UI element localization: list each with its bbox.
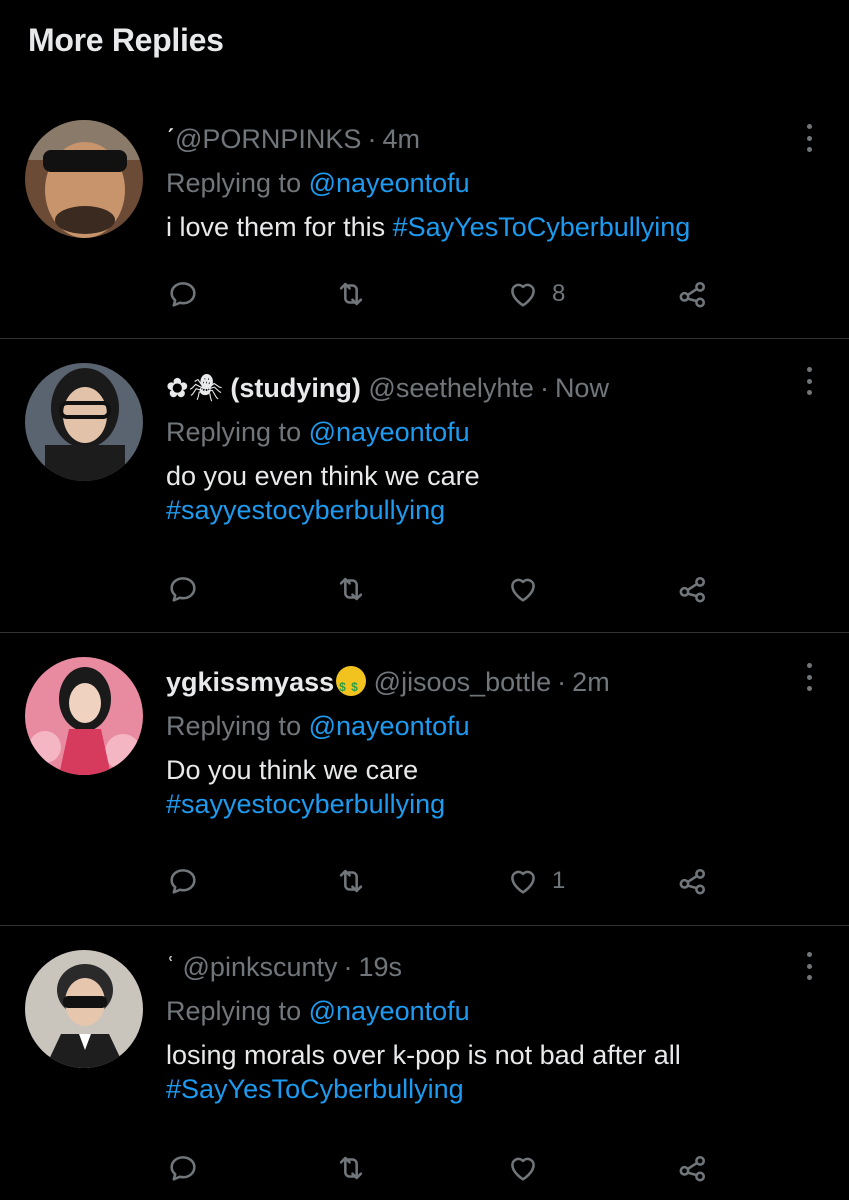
reply-icon	[170, 869, 196, 894]
hashtag-link[interactable]: #SayYesToCyberbullying	[166, 1072, 789, 1106]
retweet-icon	[339, 869, 363, 893]
replying-to-link[interactable]: @nayeontofu	[309, 417, 470, 447]
reply-text: losing morals over k-pop is not bad afte…	[166, 1038, 789, 1106]
reply-text-body: losing morals over k-pop is not bad afte…	[166, 1040, 681, 1070]
reply-text-body: do you even think we care	[166, 461, 480, 491]
share-button[interactable]	[676, 274, 710, 314]
reply-text-body: i love them for this	[166, 212, 386, 242]
separator-dot: ·	[539, 373, 549, 403]
replying-label: Replying to	[166, 168, 302, 198]
hashtag-link[interactable]: #sayyestocyberbullying	[166, 787, 789, 821]
user-handle[interactable]: @PORNPINKS	[175, 124, 361, 154]
separator-dot: ·	[557, 667, 567, 697]
reply-item[interactable]: ˊ@PORNPINKS · 4m Replying to @nayeontofu i…	[0, 100, 849, 339]
reply-button[interactable]	[166, 569, 200, 609]
separator-dot: ·	[343, 952, 353, 982]
display-name[interactable]: ygkissmyass	[166, 667, 334, 697]
share-button[interactable]	[676, 1148, 710, 1188]
action-bar	[166, 569, 726, 609]
more-options-icon[interactable]	[803, 367, 815, 395]
reply-icon	[170, 282, 196, 307]
like-button[interactable]	[506, 569, 552, 609]
user-handle[interactable]: @jisoos_bottle	[374, 667, 552, 697]
hashtag-link[interactable]: #SayYesToCyberbullying	[393, 212, 691, 242]
retweet-button[interactable]	[334, 569, 368, 609]
replying-to-link[interactable]: @nayeontofu	[309, 168, 470, 198]
action-bar: 1	[166, 861, 726, 901]
user-handle[interactable]: @seethelyhte	[368, 373, 534, 403]
retweet-icon	[339, 1156, 363, 1180]
section-title: More Replies	[28, 22, 224, 58]
replying-label: Replying to	[166, 417, 302, 447]
separator-dot: ·	[367, 124, 377, 154]
replying-to: Replying to @nayeontofu	[166, 994, 789, 1028]
more-options-icon[interactable]	[803, 124, 815, 152]
timestamp[interactable]: 19s	[359, 952, 403, 982]
retweet-button[interactable]	[334, 861, 368, 901]
replying-to-link[interactable]: @nayeontofu	[309, 996, 470, 1026]
heart-icon	[511, 283, 535, 307]
timestamp[interactable]: Now	[555, 373, 609, 403]
retweet-icon	[339, 577, 363, 601]
reply-text: Do you think we care #sayyestocyberbully…	[166, 753, 789, 821]
name-prefix: ✿🕷	[166, 373, 223, 403]
reply-icon	[170, 577, 196, 602]
like-count: 1	[552, 867, 566, 894]
replying-to: Replying to @nayeontofu	[166, 166, 789, 200]
display-name[interactable]: (studying)	[230, 373, 360, 403]
reply-button[interactable]	[166, 1148, 200, 1188]
reply-icon	[170, 1156, 196, 1181]
reply-text: i love them for this #SayYesToCyberbully…	[166, 210, 789, 244]
more-options-icon[interactable]	[803, 663, 815, 691]
name-prefix: ˊ	[166, 124, 175, 154]
replying-to: Replying to @nayeontofu	[166, 415, 789, 449]
like-button[interactable]	[506, 1148, 552, 1188]
share-icon	[679, 576, 706, 603]
avatar[interactable]	[25, 363, 143, 481]
reply-item[interactable]: ygkissmyass @jisoos_bottle·2m Replying t…	[0, 633, 849, 926]
replying-label: Replying to	[166, 996, 302, 1026]
action-bar: 8	[166, 274, 726, 314]
action-bar	[166, 1148, 726, 1188]
like-button[interactable]: 1	[506, 861, 565, 901]
reply-button[interactable]	[166, 861, 200, 901]
share-icon	[679, 868, 706, 895]
reply-item[interactable]: ʿ @pinkscunty · 19s Replying to @nayeontof…	[0, 926, 849, 1200]
timestamp[interactable]: 4m	[382, 124, 420, 154]
heart-icon	[511, 578, 535, 602]
like-button[interactable]: 8	[506, 274, 565, 314]
retweet-button[interactable]	[334, 1148, 368, 1188]
replying-to: Replying to @nayeontofu	[166, 709, 789, 743]
reply-text: do you even think we care #sayyestocyber…	[166, 459, 789, 527]
share-icon	[679, 1155, 706, 1182]
reply-text-body: Do you think we care	[166, 755, 419, 785]
reply-header: ʿ @pinkscunty · 19s	[166, 950, 789, 984]
avatar[interactable]	[25, 657, 143, 775]
like-count: 8	[552, 280, 566, 307]
retweet-button[interactable]	[334, 274, 368, 314]
money-mouth-face-icon	[336, 666, 367, 704]
avatar[interactable]	[25, 120, 143, 238]
reply-header: ygkissmyass @jisoos_bottle·2m	[166, 665, 789, 704]
timestamp[interactable]: 2m	[572, 667, 610, 697]
share-icon	[679, 281, 706, 308]
retweet-icon	[339, 282, 363, 306]
replying-to-link[interactable]: @nayeontofu	[309, 711, 470, 741]
reply-header: ˊ@PORNPINKS · 4m	[166, 122, 789, 156]
reply-button[interactable]	[166, 274, 200, 314]
replying-label: Replying to	[166, 711, 302, 741]
reply-item[interactable]: ✿🕷 (studying) @seethelyhte · Now Replying …	[0, 339, 849, 633]
share-button[interactable]	[676, 569, 710, 609]
reply-header: ✿🕷 (studying) @seethelyhte · Now	[166, 371, 789, 405]
avatar[interactable]	[25, 950, 143, 1068]
heart-icon	[511, 1157, 535, 1181]
heart-icon	[511, 870, 535, 894]
user-handle[interactable]: @pinkscunty	[183, 952, 338, 982]
hashtag-link[interactable]: #sayyestocyberbullying	[166, 493, 789, 527]
more-options-icon[interactable]	[803, 952, 815, 980]
name-prefix: ʿ	[166, 952, 175, 982]
share-button[interactable]	[676, 861, 710, 901]
